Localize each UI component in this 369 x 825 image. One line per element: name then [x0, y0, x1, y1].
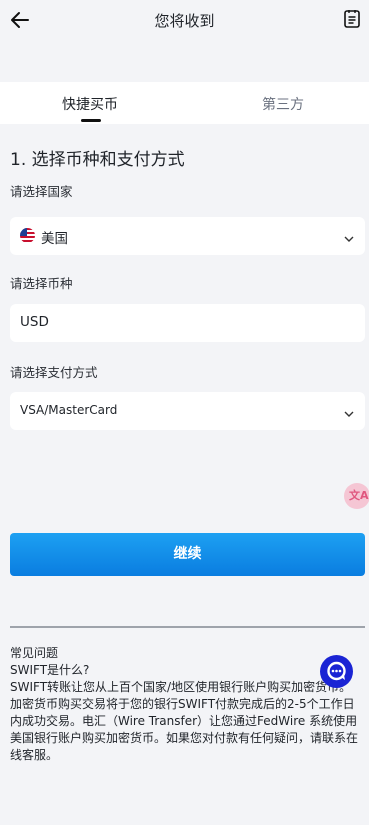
payment-method-select[interactable]: VSA/MasterCard	[10, 392, 365, 430]
chevron-down-icon	[343, 230, 355, 242]
faq-answer: SWIFT转账让您从上百个国家/地区使用银行账户购买加密货币。加密货币购买交易将…	[10, 680, 359, 762]
faq-section: 常见问题 SWIFT是什么? SWIFT转账让您从上百个国家/地区使用银行账户购…	[10, 645, 362, 764]
tab-quick-buy[interactable]: 快捷买币	[62, 94, 118, 114]
currency-value: USD	[20, 314, 49, 330]
faq-question: SWIFT是什么?	[10, 663, 90, 677]
chat-support-icon[interactable]	[320, 655, 353, 688]
header: 您将收到	[0, 0, 369, 40]
country-value: 美国	[41, 231, 68, 247]
translate-label: 文A	[349, 489, 369, 502]
page-title: 您将收到	[154, 12, 215, 30]
currency-field[interactable]: USD	[10, 304, 365, 342]
country-select[interactable]: 美国	[10, 217, 365, 255]
faq-title: 常见问题	[10, 646, 59, 660]
continue-button[interactable]: 继续	[10, 533, 365, 576]
country-label: 请选择国家	[10, 184, 73, 199]
tab-third-party[interactable]: 第三方	[262, 94, 304, 114]
translate-icon[interactable]: 文A	[344, 483, 369, 509]
us-flag-icon	[20, 228, 35, 243]
chevron-down-icon	[343, 405, 355, 417]
active-tab-indicator	[81, 119, 101, 122]
section-title: 1. 选择币种和支付方式	[10, 150, 185, 170]
tab-bar: 快捷买币 第三方	[0, 82, 369, 124]
divider	[10, 626, 365, 628]
document-list-icon[interactable]	[343, 9, 361, 29]
payment-method-label: 请选择支付方式	[10, 365, 98, 380]
currency-label: 请选择币种	[10, 276, 73, 291]
payment-method-value: VSA/MasterCard	[20, 403, 118, 417]
